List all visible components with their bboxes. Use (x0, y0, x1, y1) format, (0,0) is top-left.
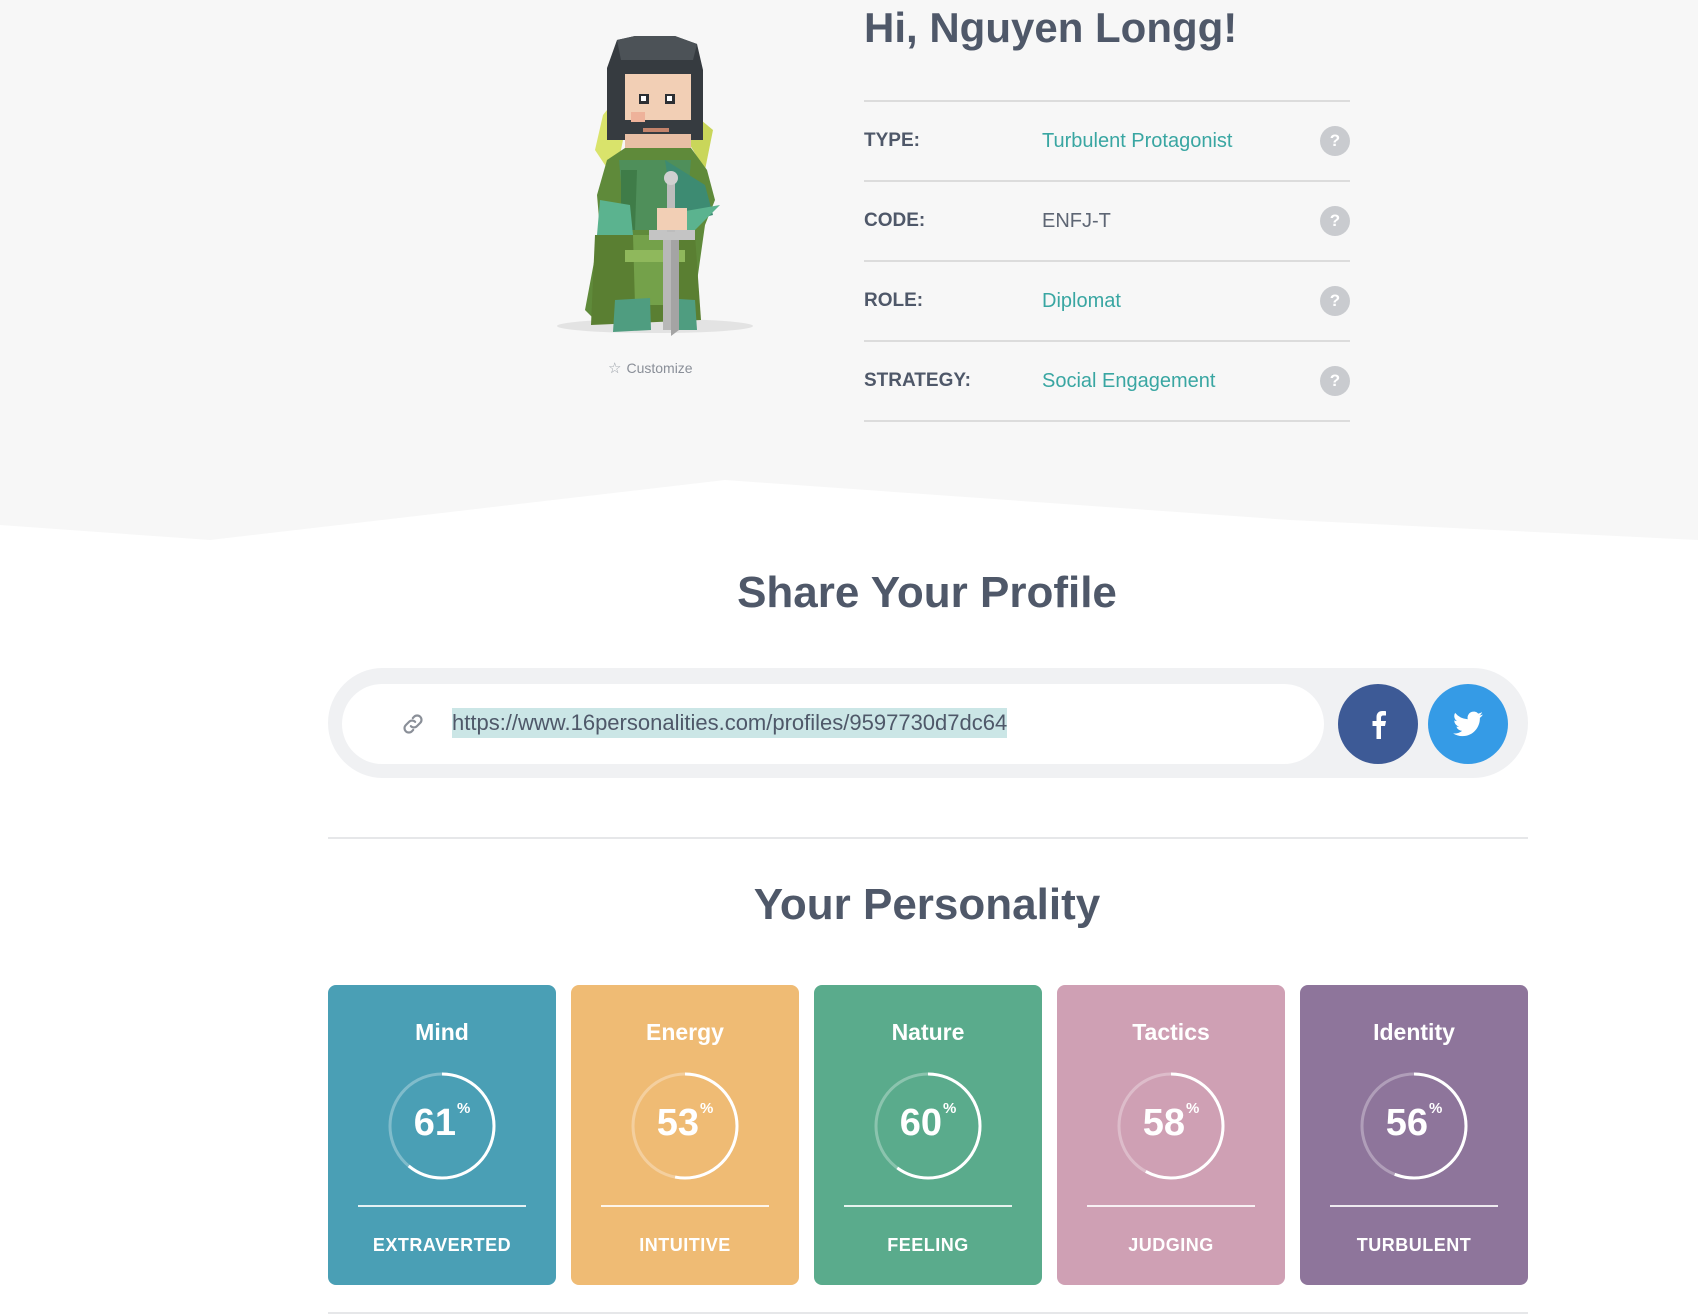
trait-divider (358, 1205, 526, 1207)
info-row-strategy: STRATEGY: Social Engagement ? (864, 342, 1350, 422)
link-icon (403, 714, 423, 734)
trait-percent: 53% (571, 1100, 799, 1145)
trait-divider (1087, 1205, 1255, 1207)
strategy-value-link[interactable]: Social Engagement (1042, 370, 1215, 393)
help-icon[interactable]: ? (1320, 286, 1350, 316)
personality-section-title: Your Personality (753, 880, 1101, 929)
trait-percent-value: 53 (656, 1102, 699, 1144)
help-icon[interactable]: ? (1320, 206, 1350, 236)
percent-symbol: % (456, 1100, 471, 1117)
trait-divider (601, 1205, 769, 1207)
info-row-code: CODE: ENFJ-T ? (864, 182, 1350, 262)
trait-percent: 56% (1300, 1100, 1528, 1145)
personality-traits: Mind 61% EXTRAVERTED Energy 53% INTUITIV… (328, 985, 1528, 1285)
section-divider (328, 837, 1528, 839)
trait-percent-value: 61 (413, 1102, 456, 1144)
twitter-share-button[interactable] (1428, 684, 1508, 764)
trait-card-tactics[interactable]: Tactics 58% JUDGING (1057, 985, 1285, 1285)
percent-symbol: % (942, 1100, 957, 1117)
help-icon[interactable]: ? (1320, 126, 1350, 156)
hero-background (0, 0, 1698, 540)
trait-title: Energy (646, 1019, 724, 1045)
info-label: CODE: (864, 210, 926, 231)
percent-symbol: % (1185, 1100, 1200, 1117)
info-row-role: ROLE: Diplomat ? (864, 262, 1350, 342)
trait-card-nature[interactable]: Nature 60% FEELING (814, 985, 1042, 1285)
customize-link[interactable]: ☆ Customize (608, 360, 693, 376)
greeting-heading: Hi, Nguyen Longg! (864, 4, 1238, 51)
trait-percent: 61% (328, 1100, 556, 1145)
trait-title: Nature (891, 1019, 965, 1045)
trait-card-identity[interactable]: Identity 56% TURBULENT (1300, 985, 1528, 1285)
profile-info-table: TYPE: Turbulent Protagonist ? CODE: ENFJ… (864, 100, 1350, 422)
trait-card-mind[interactable]: Mind 61% EXTRAVERTED (328, 985, 556, 1285)
trait-percent-value: 58 (1142, 1102, 1185, 1144)
info-label: TYPE: (864, 130, 920, 151)
customize-label: Customize (626, 360, 693, 376)
trait-title: Tactics (1132, 1019, 1210, 1045)
trait-divider (844, 1205, 1012, 1207)
trait-name: EXTRAVERTED (372, 1235, 512, 1255)
share-section-title: Share Your Profile (737, 568, 1117, 617)
share-bar: https://www.16personalities.com/profiles… (328, 668, 1528, 778)
role-value-link[interactable]: Diplomat (1042, 290, 1121, 313)
trait-percent-value: 60 (899, 1102, 942, 1144)
percent-symbol: % (699, 1100, 714, 1117)
trait-percent: 58% (1057, 1100, 1285, 1145)
help-icon[interactable]: ? (1320, 366, 1350, 396)
info-label: STRATEGY: (864, 370, 971, 391)
profile-url-text[interactable]: https://www.16personalities.com/profiles… (452, 708, 1008, 738)
trait-percent-value: 56 (1385, 1102, 1428, 1144)
type-value-link[interactable]: Turbulent Protagonist (1042, 130, 1232, 153)
percent-symbol: % (1428, 1100, 1443, 1117)
info-label: ROLE: (864, 290, 924, 311)
trait-percent: 60% (814, 1100, 1042, 1145)
trait-title: Identity (1373, 1019, 1455, 1045)
trait-title: Mind (415, 1019, 469, 1045)
twitter-icon (1453, 711, 1483, 737)
info-row-type: TYPE: Turbulent Protagonist ? (864, 102, 1350, 182)
trait-name: FEELING (887, 1235, 969, 1255)
code-value: ENFJ-T (1042, 209, 1111, 232)
trait-card-energy[interactable]: Energy 53% INTUITIVE (571, 985, 799, 1285)
trait-name: JUDGING (1128, 1235, 1214, 1255)
avatar-illustration (557, 36, 753, 336)
trait-divider (1330, 1205, 1498, 1207)
bottom-divider (328, 1312, 1528, 1314)
trait-name: TURBULENT (1356, 1235, 1472, 1255)
trait-name: INTUITIVE (639, 1235, 731, 1255)
facebook-icon (1372, 711, 1386, 739)
profile-url-field[interactable]: https://www.16personalities.com/profiles… (342, 684, 1324, 764)
facebook-share-button[interactable] (1338, 684, 1418, 764)
star-icon: ☆ (608, 359, 622, 377)
